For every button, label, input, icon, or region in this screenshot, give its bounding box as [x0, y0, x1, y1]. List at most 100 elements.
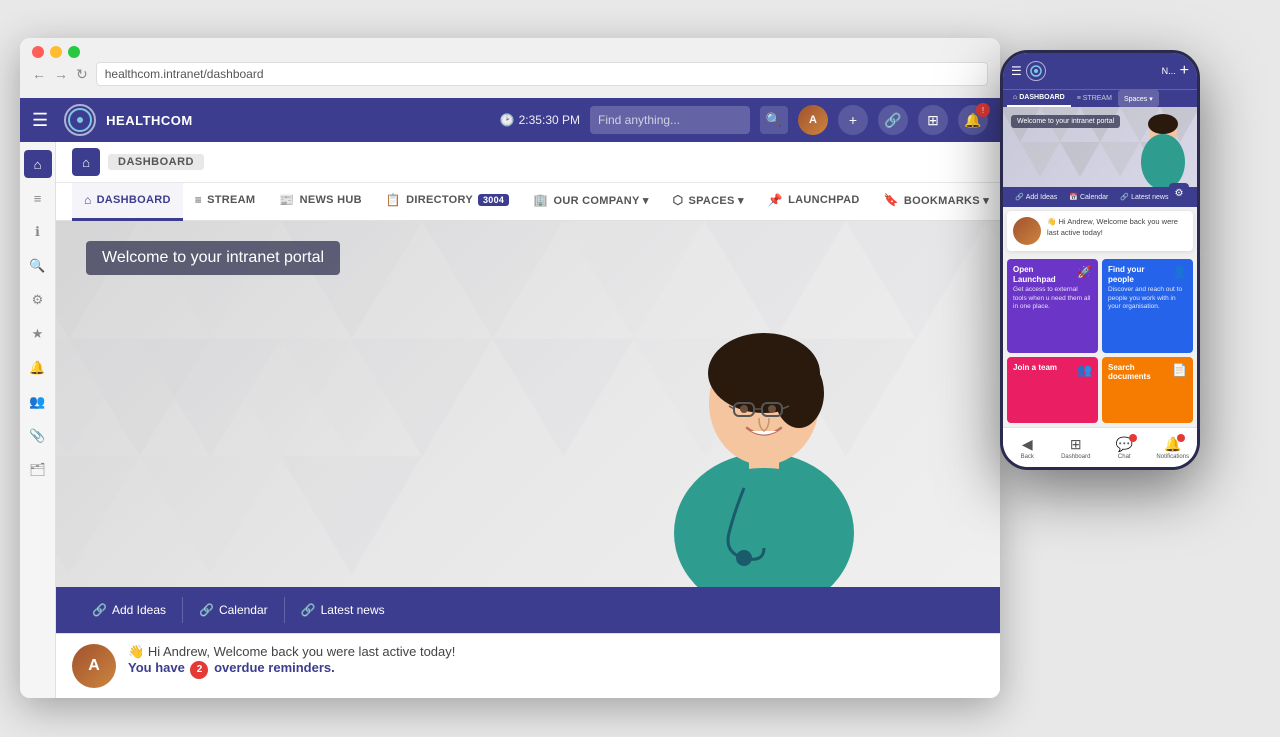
breadcrumb-label: DASHBOARD: [108, 154, 204, 170]
top-navbar: ☰ HEALTHCOM 🕑 2:35:30 PM 🔍 A + 🔗 ⊞ 🔔 !: [20, 98, 1000, 142]
hero-actions-bar: 🔗 Add Ideas 🔗 Calendar 🔗 Latest news: [56, 587, 1000, 633]
phone-chat-icon: 💬: [1116, 436, 1133, 453]
sidebar-icon-bell[interactable]: 🔔: [24, 354, 52, 382]
newshub-nav-icon: 📰: [279, 193, 294, 207]
phone-card-jointeam-header: Join a team 👥: [1013, 363, 1092, 377]
wave-emoji: 👋: [128, 644, 148, 659]
sidebar-icon-attach[interactable]: 📎: [24, 422, 52, 450]
hamburger-icon[interactable]: ☰: [32, 110, 48, 131]
phone-cards-grid: Open Launchpad 🚀 Get access to external …: [1003, 255, 1197, 427]
notification-badge: !: [976, 103, 990, 117]
close-button[interactable]: [32, 46, 44, 58]
reminder-message: You have 2 overdue reminders.: [128, 660, 455, 679]
minimize-button[interactable]: [50, 46, 62, 58]
nav-tab-ourcompany[interactable]: 🏢 OUR COMPANY ▾: [521, 183, 660, 221]
phone-add-ideas-link[interactable]: 🔗 Add Ideas: [1011, 191, 1061, 203]
reload-icon[interactable]: ↻: [76, 66, 88, 83]
phone-chat-button[interactable]: 💬 Chat: [1100, 428, 1149, 467]
user-avatar-large: A: [72, 644, 116, 688]
phone-tab-spaces[interactable]: Spaces ▾: [1118, 90, 1159, 107]
phone-card-launchpad-icon: 🚀: [1077, 265, 1092, 279]
latest-news-button[interactable]: 🔗 Latest news: [285, 597, 401, 623]
nav-tab-spaces[interactable]: ⬡ SPACES ▾: [661, 183, 756, 221]
nav-tab-bookmarks[interactable]: 🔖 BOOKMARKS ▾: [872, 183, 1000, 221]
phone-tab-dashboard[interactable]: ⌂ DASHBOARD: [1007, 90, 1071, 107]
greeting-message: 👋 Hi Andrew, Welcome back you were last …: [128, 644, 455, 679]
left-sidebar: ⌂ ≡ ℹ 🔍 ⚙ ★ 🔔 👥 📎 🗂: [20, 142, 56, 698]
hero-person-image: [528, 222, 1000, 593]
phone-card-people-icon: 👤: [1172, 265, 1187, 279]
search-button[interactable]: 🔍: [760, 106, 788, 134]
maximize-button[interactable]: [68, 46, 80, 58]
phone-screen: ☰ N... + ⌂ DASHBOARD ≡ STREAM Spaces ▾: [1003, 53, 1197, 467]
back-arrow-icon[interactable]: ←: [32, 66, 46, 82]
phone-dashboard-icon: ⌂: [1013, 94, 1017, 101]
main-body: ⌂ ≡ ℹ 🔍 ⚙ ★ 🔔 👥 📎 🗂 ⌂ DASHBOARD: [20, 142, 1000, 698]
phone-hamburger-icon[interactable]: ☰: [1011, 64, 1022, 78]
address-bar[interactable]: healthcom.intranet/dashboard: [96, 62, 988, 86]
welcome-message-text: 👋 Hi Andrew, Welcome back you were last …: [128, 644, 455, 660]
phone-dashboard-button[interactable]: ⊞ Dashboard: [1052, 428, 1101, 467]
phone-card-searchdocs-icon: 📄: [1172, 363, 1187, 377]
app-logo: [64, 104, 96, 136]
phone-notifications-button[interactable]: 🔔 Notifications: [1149, 428, 1198, 467]
home-breadcrumb-icon[interactable]: ⌂: [72, 148, 100, 176]
phone-card-jointeam-icon: 👥: [1077, 363, 1092, 377]
content-area: ⌂ DASHBOARD ⌂ DASHBOARD ≡ STREAM 📰: [56, 142, 1000, 698]
phone-notifications-icon: 🔔: [1164, 436, 1181, 453]
browser-navigation: ← → ↻ healthcom.intranet/dashboard: [20, 62, 1000, 92]
phone-hero-section: Welcome to your intranet portal: [1003, 107, 1197, 187]
grid-button[interactable]: ⊞: [918, 105, 948, 135]
dashboard-nav-icon: ⌂: [84, 193, 92, 207]
sidebar-icon-search[interactable]: 🔍: [24, 252, 52, 280]
phone-wave-emoji: 👋: [1047, 217, 1058, 226]
phone-card-launchpad-desc: Get access to external tools when u need…: [1013, 286, 1092, 311]
phone-card-searchdocs[interactable]: Search documents 📄: [1102, 357, 1193, 423]
phone-back-icon: ◀: [1022, 436, 1033, 453]
phone-card-jointeam[interactable]: Join a team 👥: [1007, 357, 1098, 423]
phone-add-icon[interactable]: +: [1180, 62, 1189, 80]
sidebar-icon-star[interactable]: ★: [24, 320, 52, 348]
sidebar-icon-home[interactable]: ⌂: [24, 150, 52, 178]
browser-window: ← → ↻ healthcom.intranet/dashboard ☰ HEA…: [20, 38, 1000, 698]
add-ideas-button[interactable]: 🔗 Add Ideas: [76, 597, 183, 623]
hero-section: Welcome to your intranet portal: [56, 221, 1000, 633]
nav-tab-launchpad[interactable]: 📌 LAUNCHPAD: [756, 183, 872, 221]
phone-top-bar: ☰ N... +: [1003, 53, 1197, 89]
secondary-nav: ⌂ DASHBOARD ≡ STREAM 📰 NEWS HUB 📋 DIRECT…: [56, 183, 1000, 221]
phone-calendar-link[interactable]: 📅 Calendar: [1065, 191, 1112, 203]
calendar-button[interactable]: 🔗 Calendar: [183, 597, 285, 623]
phone-card-people[interactable]: Find your people 👤 Discover and reach ou…: [1102, 259, 1193, 353]
phone-card-people-desc: Discover and reach out to people you wor…: [1108, 286, 1187, 311]
user-avatar[interactable]: A: [798, 105, 828, 135]
phone-back-button[interactable]: ◀ Back: [1003, 428, 1052, 467]
nav-tab-stream[interactable]: ≡ STREAM: [183, 183, 268, 221]
phone-card-launchpad[interactable]: Open Launchpad 🚀 Get access to external …: [1007, 259, 1098, 353]
nav-tab-newshub[interactable]: 📰 NEWS HUB: [267, 183, 374, 221]
phone-settings-icon[interactable]: ⚙: [1169, 183, 1189, 203]
news-icon: 🔗: [301, 603, 316, 617]
hero-welcome-text: Welcome to your intranet portal: [86, 241, 340, 275]
phone-add-ideas-icon: 🔗: [1015, 193, 1024, 201]
notifications-button[interactable]: 🔔 !: [958, 105, 988, 135]
nav-tab-dashboard[interactable]: ⌂ DASHBOARD: [72, 183, 183, 221]
add-button[interactable]: +: [838, 105, 868, 135]
calendar-icon: 🔗: [199, 603, 214, 617]
phone-quick-links: 🔗 Add Ideas 📅 Calendar 🔗 Latest news: [1003, 187, 1197, 207]
phone-card-searchdocs-header: Search documents 📄: [1108, 363, 1187, 382]
window-controls: [20, 38, 1000, 62]
link-button[interactable]: 🔗: [878, 105, 908, 135]
sidebar-icon-users[interactable]: 👥: [24, 388, 52, 416]
bookmarks-nav-icon: 🔖: [884, 193, 899, 207]
sidebar-icon-menu[interactable]: ≡: [24, 184, 52, 212]
nav-tab-directory[interactable]: 📋 DIRECTORY 3004: [374, 183, 521, 221]
phone-tab-stream[interactable]: ≡ STREAM: [1071, 90, 1118, 107]
phone-latestnews-link[interactable]: 🔗 Latest news: [1116, 191, 1172, 203]
forward-arrow-icon[interactable]: →: [54, 66, 68, 82]
sidebar-icon-folder[interactable]: 🗂: [24, 456, 52, 484]
global-search-input[interactable]: [590, 106, 750, 134]
sidebar-icon-settings[interactable]: ⚙: [24, 286, 52, 314]
phone-greeting-text: 👋 Hi Andrew, Welcome back you were last …: [1047, 217, 1187, 238]
sidebar-icon-info[interactable]: ℹ: [24, 218, 52, 246]
phone-card-people-header: Find your people 👤: [1108, 265, 1187, 284]
